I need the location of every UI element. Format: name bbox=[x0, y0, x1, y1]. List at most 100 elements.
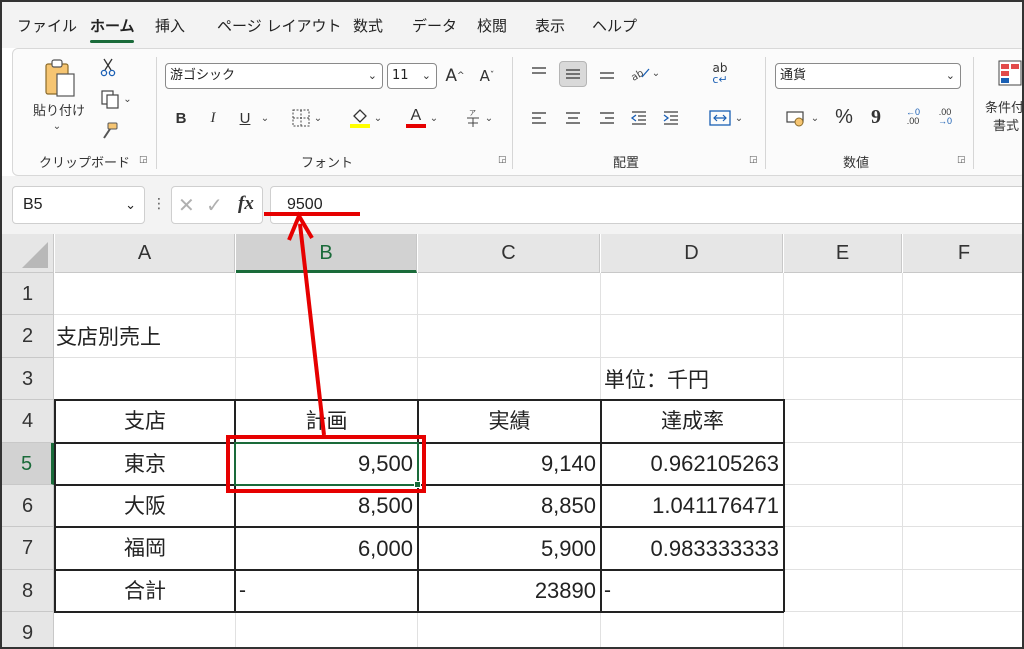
column-header-b[interactable]: B bbox=[236, 234, 417, 273]
cell-d5[interactable]: 0.962105263 bbox=[602, 444, 783, 484]
formula-buttons: ✕ ✓ fx bbox=[171, 186, 263, 224]
menu-view[interactable]: 表示 bbox=[535, 15, 565, 36]
more-options-icon[interactable]: ⋮ bbox=[152, 196, 166, 212]
cell-a2[interactable]: 支店別売上 bbox=[56, 317, 416, 357]
column-header-c[interactable]: C bbox=[418, 234, 600, 273]
align-bottom-icon[interactable] bbox=[595, 61, 619, 85]
align-top-icon[interactable] bbox=[527, 61, 551, 85]
number-group-label: 数値 bbox=[843, 156, 870, 171]
cell-c7[interactable]: 5,900 bbox=[419, 528, 600, 569]
font-color-button[interactable]: A ⌄ bbox=[399, 105, 445, 131]
enter-icon[interactable]: ✓ bbox=[206, 193, 223, 217]
menu-home[interactable]: ホーム bbox=[90, 15, 135, 36]
row-header-3[interactable]: 3 bbox=[2, 358, 54, 400]
cell-d7[interactable]: 0.983333333 bbox=[602, 528, 783, 569]
row-header-8[interactable]: 8 bbox=[2, 570, 54, 612]
cancel-icon[interactable]: ✕ bbox=[178, 193, 195, 217]
merge-center-button[interactable]: ⌄ bbox=[703, 105, 749, 131]
phonetic-icon: ア bbox=[466, 109, 479, 127]
row-header-9[interactable]: 9 bbox=[2, 612, 54, 647]
font-name-combo[interactable]: 游ゴシック ⌄ bbox=[165, 63, 383, 89]
cut-icon[interactable] bbox=[97, 55, 119, 79]
shrink-font-button[interactable]: Aˇ bbox=[475, 63, 499, 89]
phonetic-button[interactable]: ア ⌄ bbox=[459, 105, 499, 131]
menu-page-layout[interactable]: ページ レイアウト bbox=[217, 15, 341, 36]
cell-b7[interactable]: 6,000 bbox=[236, 528, 417, 569]
menu-data[interactable]: データ bbox=[412, 15, 457, 36]
name-box-value: B5 bbox=[23, 196, 43, 213]
insert-function-icon[interactable]: fx bbox=[238, 193, 254, 215]
decrease-decimal-icon[interactable]: .00 →0 bbox=[931, 103, 959, 131]
accounting-format-button[interactable]: ⌄ bbox=[779, 105, 825, 131]
cell-d6[interactable]: 1.041176471 bbox=[602, 486, 783, 526]
column-header-f[interactable]: F bbox=[903, 234, 1022, 273]
row-header-6[interactable]: 6 bbox=[2, 485, 54, 527]
increase-indent-icon[interactable] bbox=[659, 105, 683, 131]
column-header-e[interactable]: E bbox=[784, 234, 902, 273]
column-header-d[interactable]: D bbox=[601, 234, 783, 273]
fill-color-button[interactable]: ⌄ bbox=[343, 105, 389, 131]
number-format-combo[interactable]: 通貨 ⌄ bbox=[775, 63, 961, 89]
align-right-icon[interactable] bbox=[595, 105, 619, 131]
comma-style-button[interactable]: 9 bbox=[865, 103, 887, 131]
cell-a5[interactable]: 東京 bbox=[56, 444, 234, 484]
align-center-icon[interactable] bbox=[561, 105, 585, 131]
cell-c6[interactable]: 8,850 bbox=[419, 486, 600, 526]
conditional-formatting-icon[interactable] bbox=[995, 57, 1022, 89]
font-size-combo[interactable]: 11 ⌄ bbox=[387, 63, 437, 89]
cell-a8[interactable]: 合計 bbox=[56, 571, 234, 611]
menu-review[interactable]: 校閲 bbox=[477, 15, 507, 36]
format-painter-icon[interactable] bbox=[97, 119, 121, 143]
orientation-button[interactable]: ab ⌄ bbox=[625, 61, 665, 85]
cell-c8[interactable]: 23890 bbox=[419, 571, 600, 611]
cell-c4[interactable]: 実績 bbox=[419, 401, 600, 442]
cell-c5[interactable]: 9,140 bbox=[419, 444, 600, 484]
cell-d8[interactable]: - bbox=[604, 571, 782, 611]
clipboard-launcher-icon[interactable]: ◲ bbox=[139, 155, 148, 165]
conditional-formatting-label[interactable]: 条件付 bbox=[985, 97, 1022, 116]
cell-d4[interactable]: 達成率 bbox=[602, 401, 783, 442]
row-header-4[interactable]: 4 bbox=[2, 400, 54, 443]
borders-button[interactable]: ⌄ bbox=[285, 105, 329, 131]
formula-input[interactable]: 9500 bbox=[270, 186, 1022, 224]
wrap-text-icon[interactable]: ab c↵ bbox=[705, 59, 735, 89]
row-header-1[interactable]: 1 bbox=[2, 273, 54, 315]
row-header-7[interactable]: 7 bbox=[2, 527, 54, 570]
name-box[interactable]: B5 ⌄ bbox=[12, 186, 145, 224]
number-launcher-icon[interactable]: ◲ bbox=[957, 155, 966, 165]
paste-button[interactable]: 貼り付け bbox=[27, 99, 91, 119]
menu-insert[interactable]: 挿入 bbox=[155, 15, 185, 36]
select-all-corner[interactable] bbox=[2, 234, 54, 273]
cell-d3[interactable]: 単位：千円 bbox=[604, 360, 782, 400]
menu-file[interactable]: ファイル bbox=[17, 15, 77, 36]
cell-a6[interactable]: 大阪 bbox=[56, 486, 234, 526]
row-header-5[interactable]: 5 bbox=[2, 443, 54, 485]
align-middle-icon[interactable] bbox=[559, 61, 587, 87]
copy-icon[interactable]: ⌄ bbox=[95, 87, 137, 111]
font-launcher-icon[interactable]: ◲ bbox=[498, 155, 507, 165]
bold-button[interactable]: B bbox=[169, 105, 193, 131]
column-header-a[interactable]: A bbox=[55, 234, 235, 273]
percent-style-button[interactable]: % bbox=[831, 103, 857, 131]
row-header-2[interactable]: 2 bbox=[2, 315, 54, 358]
align-left-icon[interactable] bbox=[527, 105, 551, 131]
group-separator bbox=[156, 57, 157, 169]
cell-a7[interactable]: 福岡 bbox=[56, 528, 234, 569]
conditional-formatting-label-2[interactable]: 書式 bbox=[993, 115, 1022, 134]
excel-window: ファイル ホーム 挿入 ページ レイアウト 数式 データ 校閲 表示 ヘルプ 貼… bbox=[0, 0, 1024, 649]
shrink-font-label: A bbox=[479, 67, 490, 85]
cell-a4[interactable]: 支店 bbox=[56, 401, 234, 442]
grow-font-button[interactable]: A ^ bbox=[443, 63, 467, 89]
underline-dropdown-icon[interactable]: ⌄ bbox=[257, 105, 273, 131]
underline-button[interactable]: U bbox=[233, 105, 257, 131]
decrease-indent-icon[interactable] bbox=[627, 105, 651, 131]
paste-dropdown-icon[interactable]: ⌄ bbox=[47, 119, 67, 133]
alignment-launcher-icon[interactable]: ◲ bbox=[749, 155, 758, 165]
group-separator bbox=[765, 57, 766, 169]
increase-decimal-icon[interactable]: ←0.00 bbox=[899, 103, 927, 131]
italic-button[interactable]: I bbox=[201, 105, 225, 131]
paste-icon[interactable] bbox=[41, 57, 79, 99]
menu-help[interactable]: ヘルプ bbox=[592, 15, 637, 36]
menu-formulas[interactable]: 数式 bbox=[353, 15, 383, 36]
cell-b8[interactable]: - bbox=[239, 571, 417, 611]
